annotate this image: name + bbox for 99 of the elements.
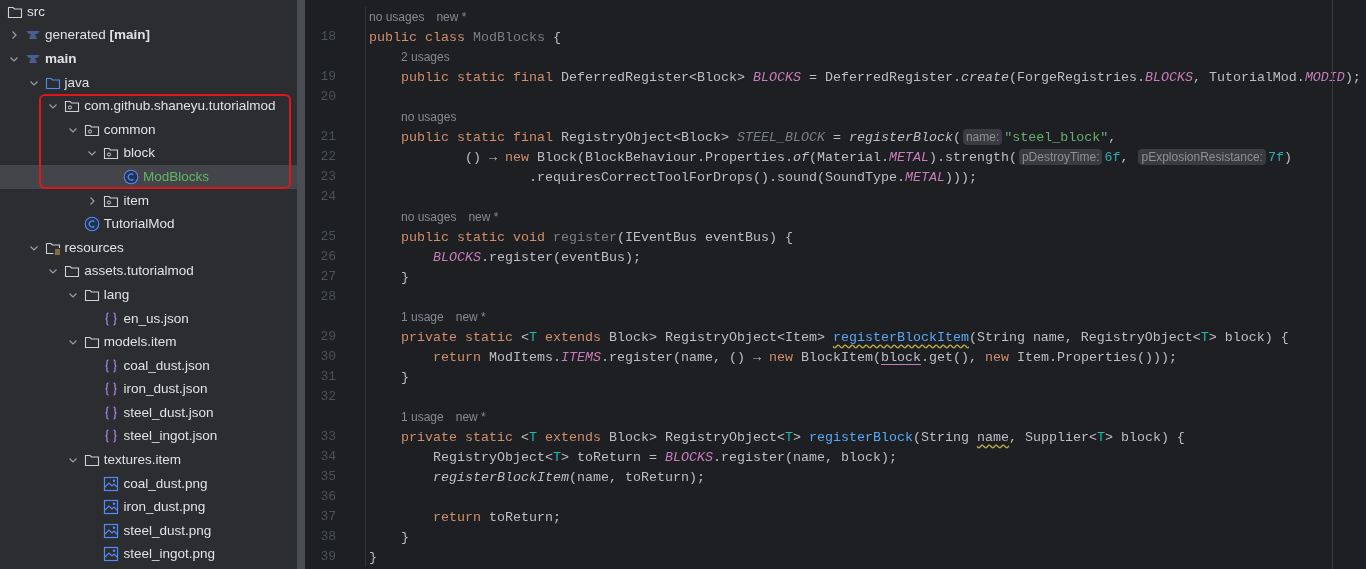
tree-label: en_us.json xyxy=(123,309,189,328)
usage-hint[interactable]: no usages xyxy=(369,10,425,24)
tree-label: common xyxy=(103,120,156,139)
json-icon xyxy=(103,428,120,445)
chevron-icon[interactable] xyxy=(9,54,19,64)
code-text: } xyxy=(400,269,409,285)
folder-icon xyxy=(83,334,100,351)
tree-label: main xyxy=(45,50,77,68)
tree-label: assets.tutorialmod xyxy=(84,262,194,281)
tree-row[interactable]: com.github.shaneyu.tutorialmod xyxy=(0,94,297,118)
json-icon xyxy=(103,310,120,327)
tree-row[interactable]: textures.item xyxy=(0,448,297,472)
usage-hint[interactable]: new * xyxy=(455,310,486,324)
tree-label: ModBlocks xyxy=(143,167,210,186)
tree-row[interactable]: TutorialMod xyxy=(0,212,297,236)
tree-label: lang xyxy=(103,285,130,304)
tree-row[interactable]: ModBlocks xyxy=(0,165,297,189)
usage-hint[interactable]: new * xyxy=(468,210,499,224)
code-text: registerBlockItem(name, toReturn); xyxy=(432,469,705,485)
parameter-hint: pDestroyTime: xyxy=(1018,149,1103,165)
code-text: BLOCKS.register(eventBus); xyxy=(432,249,641,265)
tree-label: steel_ingot.png xyxy=(123,545,215,564)
code-text: public class ModBlocks { xyxy=(369,29,561,45)
image-icon xyxy=(103,546,120,563)
json-icon xyxy=(103,404,120,421)
tree-row[interactable]: en_us.json xyxy=(0,306,297,331)
usage-hint[interactable]: 2 usages xyxy=(401,50,450,64)
tree-label: TutorialMod xyxy=(103,215,175,234)
code-text: private static <T extends Block> RegistryObject<Item> registerBlockItem(String name, RegistryObject<T> block) { xyxy=(400,329,1289,345)
tree-label: models.item xyxy=(103,333,177,352)
tree-label: steel_ingot.json xyxy=(123,427,218,446)
parameter-hint: name: xyxy=(962,129,1003,145)
scrollbar-thumb[interactable] xyxy=(297,0,305,569)
code-text: 6f, xyxy=(1104,149,1130,165)
code-text: private static <T extends Block> RegistryObject<T> registerBlock(String name, Supplier<T> block) { xyxy=(400,429,1185,445)
chevron-icon[interactable] xyxy=(9,30,19,41)
tree-label: textures.item xyxy=(103,451,182,470)
image-icon xyxy=(103,499,120,516)
tree-row[interactable]: resources xyxy=(0,235,297,260)
code-text: .requiresCorrectToolForDrops().sound(SoundType.METAL))); xyxy=(527,169,977,185)
tree-row[interactable]: block xyxy=(0,141,297,166)
tree-label: iron_dust.png xyxy=(123,498,206,517)
usage-hint[interactable]: 1 usage xyxy=(401,410,444,424)
folder-icon xyxy=(83,452,100,469)
tree-label: coal_dust.json xyxy=(123,356,210,375)
tree-row[interactable]: lang xyxy=(0,283,297,307)
code-text: RegistryObject<T> toReturn = BLOCKS.register(name, block); xyxy=(432,449,897,465)
tree-row[interactable]: steel_dust.json xyxy=(0,401,297,425)
tree-row[interactable]: iron_dust.png xyxy=(0,495,297,520)
class-icon xyxy=(123,168,139,185)
code-text: } xyxy=(400,369,409,385)
tree-row[interactable]: coal_dust.json xyxy=(0,353,297,378)
tree-label: coal_dust.png xyxy=(123,474,208,493)
image-icon xyxy=(103,475,120,492)
tree-label: src xyxy=(27,2,45,21)
code-text: () → new Block(BlockBehaviour.Properties.of(Material.METAL).strength( xyxy=(463,149,1017,165)
tree-row[interactable]: steel_ingot.png xyxy=(0,542,297,567)
tree-label: generated [main] xyxy=(45,26,151,45)
json-icon xyxy=(103,381,120,398)
tree-row[interactable]: src xyxy=(0,0,297,24)
usage-hint[interactable]: no usages xyxy=(401,210,457,224)
tree-row[interactable]: item xyxy=(0,188,297,213)
tree-label: resources xyxy=(64,238,124,257)
folder-icon xyxy=(64,263,81,280)
tree-row[interactable]: main xyxy=(0,47,297,71)
parameter-hint: pExplosionResistance: xyxy=(1138,149,1266,165)
usage-hint[interactable]: new * xyxy=(455,410,486,424)
tree-row[interactable]: generated [main] xyxy=(0,23,297,48)
tree-row[interactable]: coal_dust.png xyxy=(0,471,297,496)
code-text: 7f) xyxy=(1267,149,1292,165)
tree-row[interactable]: steel_ingot.json xyxy=(0,424,297,449)
tree-row[interactable]: models.item xyxy=(0,330,297,354)
package-icon xyxy=(103,145,120,162)
tree-label: steel_dust.png xyxy=(123,521,212,540)
tree-label: iron_dust.json xyxy=(123,380,208,399)
usage-hint[interactable]: 1 usage xyxy=(401,310,444,324)
code-text: } xyxy=(400,529,409,545)
tree-row[interactable]: steel_dust.png xyxy=(0,519,297,543)
image-icon xyxy=(103,522,120,539)
package-icon xyxy=(64,98,81,115)
tree-label: com.github.shaneyu.tutorialmod xyxy=(84,97,276,116)
code-text: public static void register(IEventBus eventBus) { xyxy=(400,229,793,245)
code-text: return ModItems.ITEMS.register(name, () → new BlockItem(block.get(), new Item.Properties())); xyxy=(432,349,1177,365)
tree-row[interactable]: java xyxy=(0,70,297,95)
tree-label: steel_dust.json xyxy=(123,403,214,422)
code-text: return toReturn; xyxy=(432,509,561,525)
tree-row[interactable]: assets.tutorialmod xyxy=(0,259,297,284)
code-text: public static final RegistryObject<Block> STEEL_BLOCK = registerBlock( xyxy=(400,129,961,145)
code-text: "steel_block", xyxy=(1004,129,1117,145)
usage-hint[interactable]: new * xyxy=(436,10,467,24)
code-text: } xyxy=(369,549,377,565)
tree-label: block xyxy=(123,144,155,163)
tree-label: java xyxy=(64,73,90,92)
class-icon xyxy=(83,216,100,233)
tree-label: item xyxy=(123,191,149,210)
json-icon xyxy=(103,357,120,374)
tree-row[interactable]: iron_dust.json xyxy=(0,377,297,402)
tree-row[interactable]: common xyxy=(0,117,297,142)
usage-hint[interactable]: no usages xyxy=(401,110,457,124)
